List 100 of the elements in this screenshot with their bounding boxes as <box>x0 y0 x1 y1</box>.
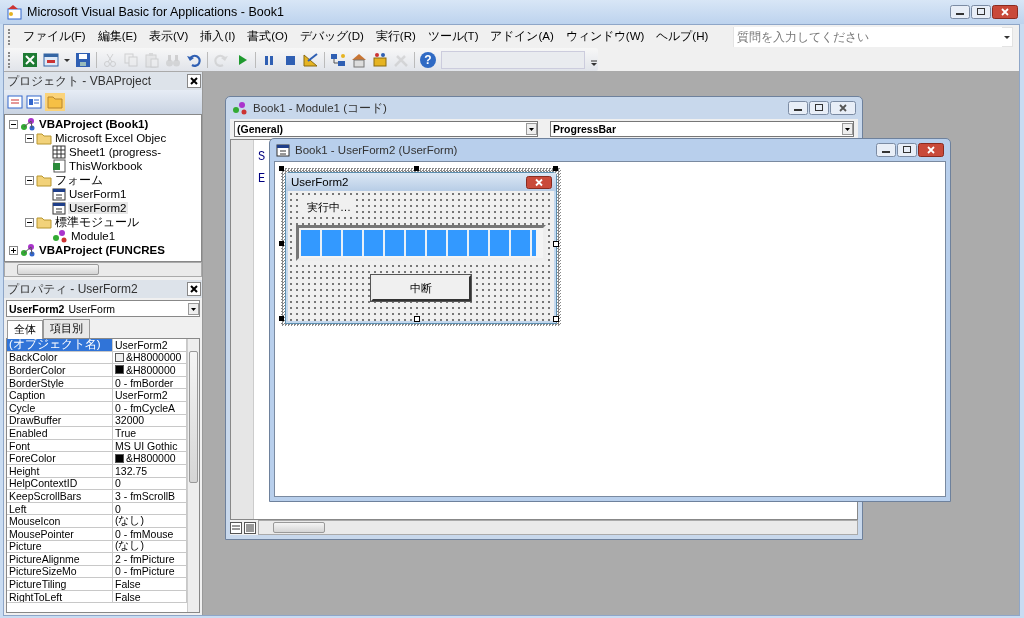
property-value[interactable]: 2 - fmPicture <box>115 553 175 565</box>
menu-item[interactable]: 表示(V) <box>143 27 195 46</box>
scrollbar[interactable] <box>4 262 202 277</box>
collapse-icon[interactable] <box>25 133 34 143</box>
minimize-icon[interactable] <box>876 143 896 157</box>
property-name[interactable]: ForeColor <box>7 452 113 465</box>
tree-item[interactable]: ThisWorkbook <box>68 160 144 172</box>
tab[interactable]: 項目別 <box>43 319 90 338</box>
scrollbar[interactable] <box>187 339 199 612</box>
dropdown-icon[interactable] <box>842 123 853 135</box>
tree-item[interactable]: VBAProject (Book1) <box>38 118 150 130</box>
tree-item[interactable]: Sheet1 (progress- <box>68 146 163 158</box>
maximize-icon[interactable] <box>971 5 991 19</box>
property-name[interactable]: Cycle <box>7 401 113 415</box>
property-name[interactable]: BorderStyle <box>7 376 113 390</box>
collapse-icon[interactable] <box>9 119 18 129</box>
tree-item[interactable]: Microsoft Excel Objec <box>54 132 168 144</box>
property-value[interactable]: True <box>115 427 137 439</box>
property-value[interactable]: 3 - fmScrollB <box>115 490 176 502</box>
property-name[interactable]: Enabled <box>7 427 113 440</box>
resize-handle[interactable] <box>553 166 558 171</box>
menu-item[interactable]: 実行(R) <box>369 27 422 46</box>
menu-item[interactable]: ファイル(F) <box>17 27 92 46</box>
resize-handle[interactable] <box>414 166 419 171</box>
procedure-view-icon[interactable] <box>230 521 242 534</box>
resize-handle[interactable] <box>279 241 284 246</box>
property-name[interactable]: Height <box>7 464 113 478</box>
property-name[interactable]: PictureTiling <box>7 578 113 591</box>
resize-handle[interactable] <box>553 316 559 322</box>
user-form[interactable]: UserForm2 実行中… 中断 <box>285 172 557 324</box>
property-value[interactable]: 0 - fmMouse <box>115 527 174 540</box>
menu-item[interactable]: 挿入(I) <box>194 27 242 46</box>
tree-item[interactable]: フォーム <box>54 172 104 188</box>
property-name[interactable]: Caption <box>7 389 113 402</box>
collapse-icon[interactable] <box>25 217 34 227</box>
close-icon[interactable] <box>526 175 552 189</box>
view-code-icon[interactable] <box>7 95 23 109</box>
property-value[interactable]: 32000 <box>115 414 145 427</box>
property-value[interactable]: False <box>115 590 141 603</box>
property-value[interactable]: (なし) <box>115 515 144 527</box>
dropdown-icon[interactable] <box>526 123 537 135</box>
tree-item[interactable]: 標準モジュール <box>54 214 140 230</box>
scrollbar[interactable] <box>258 520 858 535</box>
property-name[interactable]: PictureAlignme <box>7 553 113 566</box>
property-value[interactable]: &H8000000 <box>126 351 182 364</box>
property-value[interactable]: &H800000 <box>126 452 176 464</box>
object-combo[interactable]: (General) <box>234 121 538 137</box>
property-name[interactable]: PictureSizeMo <box>7 565 113 579</box>
property-name[interactable]: MouseIcon <box>7 515 113 528</box>
property-value[interactable]: 0 - fmPicture <box>115 565 175 578</box>
close-icon[interactable] <box>187 282 201 296</box>
menu-item[interactable]: 編集(E) <box>91 27 144 46</box>
property-value[interactable]: &H800000 <box>126 364 176 376</box>
close-icon[interactable] <box>830 101 856 115</box>
tree-item[interactable]: VBAProject (FUNCRES <box>38 244 166 256</box>
property-name[interactable]: BackColor <box>7 351 113 365</box>
tab[interactable]: 全体 <box>7 320 43 339</box>
property-name[interactable]: MousePointer <box>7 527 113 541</box>
property-value[interactable]: UserForm2 <box>115 339 168 351</box>
object-combo[interactable]: UserForm2 UserForm <box>6 300 200 317</box>
abort-button[interactable]: 中断 <box>371 275 471 301</box>
close-icon[interactable] <box>918 143 944 157</box>
procedure-combo[interactable]: ProgressBar <box>550 121 854 137</box>
dropdown-icon[interactable] <box>188 302 199 315</box>
resize-handle[interactable] <box>279 316 284 321</box>
property-name[interactable]: HelpContextID <box>7 477 113 491</box>
help-button[interactable]: ? <box>420 51 436 68</box>
menu-item[interactable]: アドイン(A) <box>484 27 560 46</box>
resize-handle[interactable] <box>553 241 559 247</box>
maximize-icon[interactable] <box>809 101 829 115</box>
view-object-icon[interactable] <box>26 95 42 109</box>
property-name[interactable]: Left <box>7 502 113 516</box>
module-view-icon[interactable] <box>244 521 256 534</box>
property-value[interactable]: 0 <box>115 502 121 515</box>
property-name[interactable]: Picture <box>7 540 113 554</box>
property-value[interactable]: 132.75 <box>115 464 148 477</box>
property-value[interactable]: 0 - fmCycleA <box>115 401 176 414</box>
resize-handle[interactable] <box>414 316 420 322</box>
spreadsheet-icon[interactable] <box>22 51 38 68</box>
property-value[interactable]: 0 <box>115 477 121 490</box>
form-icon[interactable] <box>43 51 59 68</box>
tree-item[interactable]: UserForm2 <box>68 202 128 214</box>
properties-icon[interactable] <box>351 51 367 68</box>
property-name[interactable]: DrawBuffer <box>7 414 113 428</box>
close-icon[interactable] <box>992 5 1018 19</box>
menu-item[interactable]: デバッグ(D) <box>293 27 370 46</box>
save-icon[interactable] <box>75 51 91 68</box>
expand-icon[interactable] <box>9 245 18 255</box>
menu-item[interactable]: ヘルプ(H) <box>650 27 715 46</box>
property-name[interactable]: BorderColor <box>7 364 113 377</box>
minimize-icon[interactable] <box>950 5 970 19</box>
property-name[interactable]: RightToLeft <box>7 590 113 604</box>
tree-item[interactable]: UserForm1 <box>68 188 128 200</box>
tree-icon[interactable] <box>330 51 346 68</box>
menu-item[interactable]: ウィンドウ(W) <box>559 27 651 46</box>
collapse-icon[interactable] <box>25 175 34 185</box>
close-icon[interactable] <box>187 74 201 88</box>
menu-item[interactable]: ツール(T) <box>421 27 485 46</box>
property-name[interactable]: KeepScrollBars <box>7 490 113 503</box>
minimize-icon[interactable] <box>788 101 808 115</box>
